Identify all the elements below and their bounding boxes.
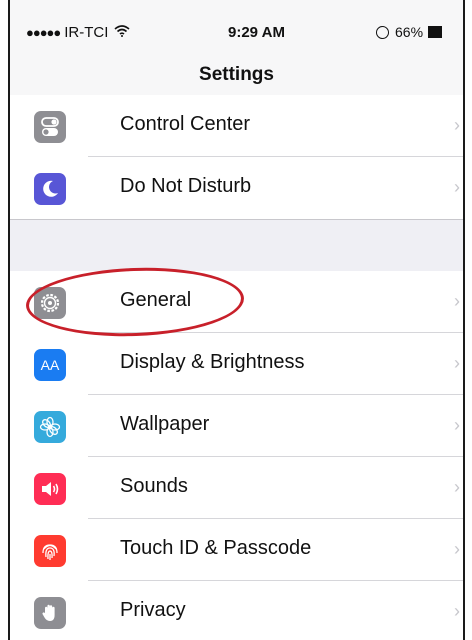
chevron-right-icon: ›: [454, 177, 460, 197]
settings-row-do-not-disturb[interactable]: Do Not Disturb ›: [10, 157, 463, 219]
screenshot-frame: ●●●●● IR-TCI 9:29 AM 66% Settings Contro…: [0, 0, 472, 640]
signal-strength-icon: ●●●●●: [26, 25, 61, 40]
settings-row-label: General: [120, 289, 192, 311]
switches-icon: [34, 111, 66, 143]
battery-info: 66%: [376, 24, 443, 40]
chevron-right-icon: ›: [454, 415, 460, 435]
page-title: Settings: [199, 64, 274, 85]
settings-row-sounds[interactable]: Sounds ›: [10, 457, 463, 519]
settings-row-privacy[interactable]: Privacy ›: [10, 581, 463, 640]
settings-row-wallpaper[interactable]: Wallpaper ›: [10, 395, 463, 457]
hand-icon: [34, 597, 66, 629]
settings-row-label: Control Center: [120, 113, 251, 135]
settings-row-general[interactable]: General ›: [10, 271, 463, 333]
flower-icon: [34, 411, 66, 443]
settings-row-display-brightness[interactable]: AA Display & Brightness ›: [10, 333, 463, 395]
settings-row-label: Do Not Disturb: [120, 175, 252, 197]
rotation-lock-icon: [376, 25, 389, 39]
chevron-right-icon: ›: [454, 601, 460, 621]
settings-row-label: Privacy: [120, 599, 186, 621]
chevron-right-icon: ›: [454, 477, 460, 497]
gear-icon: [34, 287, 66, 319]
aa-icon-text: AA: [40, 357, 60, 373]
section-separator: [10, 219, 463, 273]
frame-border-right: [463, 0, 465, 640]
battery-icon: [428, 26, 443, 38]
wifi-icon: [114, 24, 130, 41]
clock-time: 9:29 AM: [228, 24, 285, 41]
aa-icon: AA: [34, 349, 66, 381]
settings-row-control-center[interactable]: Control Center ›: [10, 95, 463, 157]
settings-row-label: Wallpaper: [120, 413, 210, 435]
chevron-right-icon: ›: [454, 539, 460, 559]
settings-row-label: Touch ID & Passcode: [120, 537, 312, 559]
settings-row-label: Display & Brightness: [120, 351, 305, 373]
speaker-icon: [34, 473, 66, 505]
moon-icon: [34, 173, 66, 205]
phone-screen: ●●●●● IR-TCI 9:29 AM 66% Settings Contro…: [10, 0, 463, 640]
chevron-right-icon: ›: [454, 353, 460, 373]
carrier-info: ●●●●● IR-TCI: [26, 24, 130, 41]
carrier-name: IR-TCI: [64, 24, 109, 41]
settings-row-touch-id-passcode[interactable]: Touch ID & Passcode ›: [10, 519, 463, 581]
status-bar: ●●●●● IR-TCI 9:29 AM 66%: [10, 0, 463, 46]
chevron-right-icon: ›: [454, 115, 460, 135]
chevron-right-icon: ›: [454, 291, 460, 311]
settings-row-label: Sounds: [120, 475, 188, 497]
battery-percentage: 66%: [395, 24, 424, 40]
fingerprint-icon: [34, 535, 66, 567]
